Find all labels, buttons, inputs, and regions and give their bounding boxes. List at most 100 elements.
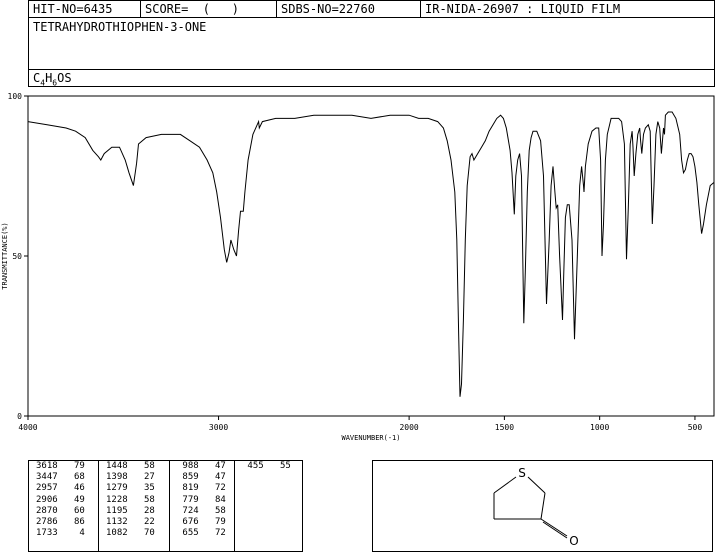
peak-transmittance: 4 [57, 528, 85, 539]
peak-column-1: 3618 79 3447 68 2957 46 2906 49 2870 60 2786 … [29, 461, 99, 551]
peak-transmittance: 79 [57, 461, 85, 471]
peak-wavenumber: 1448 [106, 461, 128, 471]
peak-wavenumber: 3618 [36, 461, 58, 471]
peak-row: 819 72 [170, 483, 234, 494]
peak-transmittance: 28 [127, 505, 155, 516]
x-tick-label: 1000 [590, 423, 609, 432]
peak-row: 1279 35 [99, 483, 169, 494]
peak-row: 655 72 [170, 528, 234, 539]
ir-info: IR-NIDA-26907 : LIQUID FILM [425, 2, 621, 16]
peak-wavenumber: 988 [177, 461, 199, 471]
peak-row: 2786 86 [29, 517, 98, 528]
peak-row: 988 47 [170, 461, 234, 472]
peak-transmittance: 49 [57, 494, 85, 505]
molecular-formula: C4H6OS [33, 71, 72, 87]
peak-row: 1195 28 [99, 506, 169, 517]
peak-row: 676 79 [170, 517, 234, 528]
peak-row: 724 58 [170, 506, 234, 517]
peak-wavenumber: 1195 [106, 505, 128, 516]
peak-wavenumber: 859 [177, 472, 199, 483]
peak-wavenumber: 1082 [106, 528, 128, 539]
x-tick-label: 2000 [399, 423, 418, 432]
peak-transmittance: 58 [127, 494, 155, 505]
peak-transmittance: 27 [127, 472, 155, 483]
peak-wavenumber: 2870 [36, 505, 58, 516]
peak-wavenumber: 676 [177, 517, 199, 528]
peak-wavenumber: 1228 [106, 494, 128, 505]
compound-name-box: TETRAHYDROTHIOPHEN-3-ONE [28, 17, 715, 70]
x-tick-label: 500 [688, 423, 703, 432]
hit-no: HIT-NO=6435 [29, 1, 141, 18]
peak-row: 2906 49 [29, 495, 98, 506]
peak-transmittance: 68 [57, 472, 85, 483]
peak-transmittance: 46 [57, 483, 85, 494]
peak-transmittance: 22 [127, 517, 155, 528]
y-tick-label: 50 [12, 252, 22, 261]
peak-row: 2870 60 [29, 506, 98, 517]
peak-wavenumber: 1279 [106, 483, 128, 494]
peak-row: 3618 79 [29, 461, 98, 472]
peak-row: 1733 4 [29, 528, 98, 539]
compound-name: TETRAHYDROTHIOPHEN-3-ONE [33, 20, 207, 34]
peak-column-3: 988 47 859 47 819 72 779 84 724 58 676 7… [170, 461, 235, 551]
peak-wavenumber: 2906 [36, 494, 58, 505]
peak-transmittance: 70 [127, 528, 155, 539]
peak-wavenumber: 455 [242, 461, 264, 471]
header-bar: HIT-NO=6435 SCORE= ( ) SDBS-NO=22760 IR-… [28, 0, 715, 18]
x-axis-ticks: 4000 3000 2000 1500 1000 500 [18, 416, 702, 432]
peak-row: 455 55 [235, 461, 302, 472]
x-tick-label: 3000 [209, 423, 228, 432]
y-axis-label: TRANSMITTANCE(%) [1, 222, 9, 289]
peak-row: 779 84 [170, 495, 234, 506]
peak-column-4: 455 55 [235, 461, 302, 551]
peak-wavenumber: 724 [177, 505, 199, 516]
peak-transmittance: 55 [263, 461, 291, 471]
peak-wavenumber: 3447 [36, 472, 58, 483]
peak-transmittance: 72 [198, 483, 226, 494]
peak-row: 1132 22 [99, 517, 169, 528]
peak-transmittance: 79 [198, 517, 226, 528]
peak-row: 1448 58 [99, 461, 169, 472]
bond-c4-o-b [542, 521, 568, 539]
atom-s: S [518, 466, 526, 480]
peak-transmittance: 84 [198, 494, 226, 505]
spectrum-line [27, 111, 715, 397]
peak-row: 859 47 [170, 472, 234, 483]
peak-wavenumber: 819 [177, 483, 199, 494]
atom-o: O [569, 534, 578, 548]
peak-wavenumber: 1398 [106, 472, 128, 483]
y-tick-label: 0 [17, 412, 22, 421]
structure-box: S O [372, 460, 713, 552]
x-axis-label: WAVENUMBER(-1) [341, 434, 400, 442]
peak-wavenumber: 655 [177, 528, 199, 539]
peak-transmittance: 47 [198, 472, 226, 483]
x-tick-label: 4000 [18, 423, 37, 432]
formula-os: OS [57, 71, 72, 85]
peak-wavenumber: 1132 [106, 517, 128, 528]
y-tick-label: 100 [8, 92, 23, 101]
bond-s-c2 [493, 476, 517, 494]
ir-spectrum-chart: 4000 3000 2000 1500 1000 500 0 50 100 WAVENUMBE… [1, 92, 715, 442]
y-axis-ticks: 0 50 100 [8, 92, 28, 421]
molecule-drawing: S O [493, 466, 579, 548]
peak-row: 1398 27 [99, 472, 169, 483]
peak-transmittance: 86 [57, 517, 85, 528]
score: SCORE= ( ) [141, 1, 277, 18]
peak-row: 2957 46 [29, 483, 98, 494]
formula-box: C4H6OS [28, 69, 715, 87]
sdbs-no: SDBS-NO=22760 [277, 1, 421, 18]
peak-row: 3447 68 [29, 472, 98, 483]
bond-c5-s [527, 476, 546, 494]
peak-row: 1082 70 [99, 528, 169, 539]
peak-transmittance: 35 [127, 483, 155, 494]
peak-wavenumber: 779 [177, 494, 199, 505]
plot-area-frame [27, 95, 715, 417]
peak-table: 3618 79 3447 68 2957 46 2906 49 2870 60 2786 … [28, 460, 303, 552]
peak-row: 1228 58 [99, 495, 169, 506]
bond-c4-o-a [540, 518, 568, 537]
peak-transmittance: 58 [127, 461, 155, 471]
peak-transmittance: 47 [198, 461, 226, 471]
peak-column-2: 1448 58 1398 27 1279 35 1228 58 1195 28 1132 … [99, 461, 170, 551]
bond-c4-c5 [540, 492, 546, 520]
peak-transmittance: 58 [198, 505, 226, 516]
